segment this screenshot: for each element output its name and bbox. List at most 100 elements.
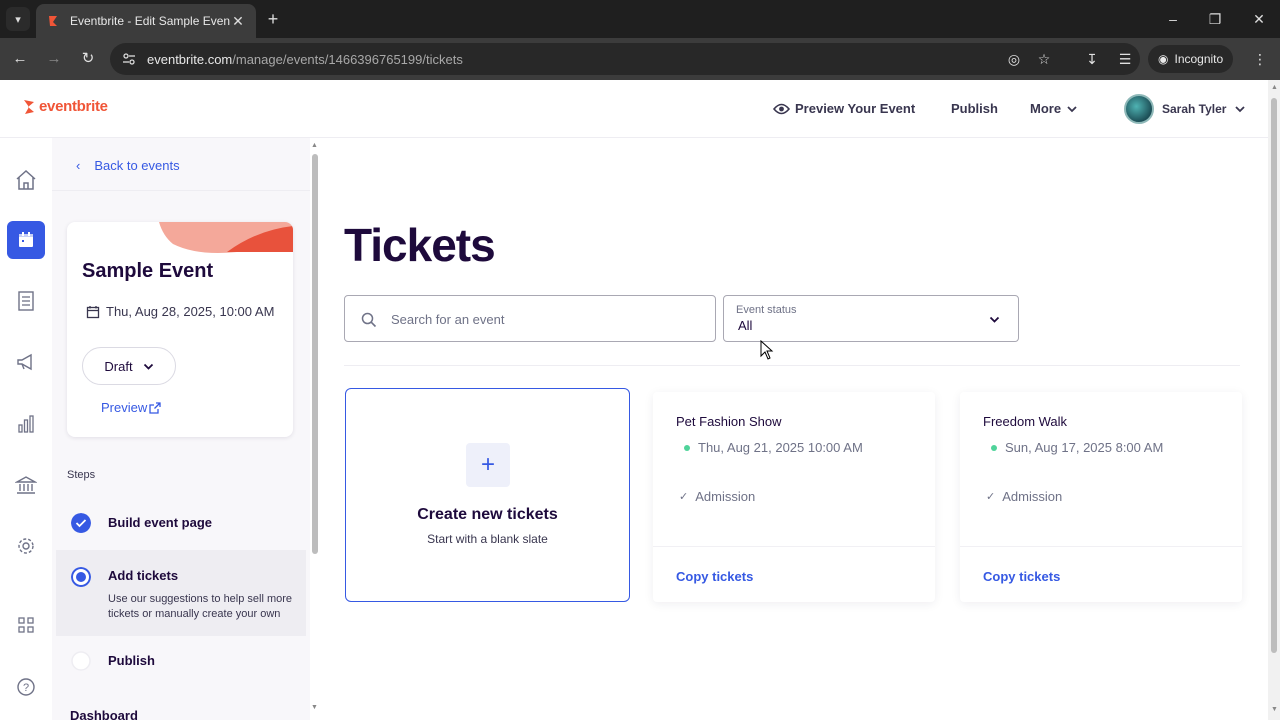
step-title: Build event page [108,515,213,530]
search-input[interactable] [391,309,701,329]
url-path: /manage/events/1466396765199/tickets [232,52,463,67]
browser-tab-bar: ▾ Eventbrite - Edit Sample Event ✕ + – ❐… [0,0,1280,38]
avatar [1124,94,1154,124]
help-icon[interactable]: ? [7,668,45,706]
current-step-radio-icon [71,567,91,587]
event-status-select[interactable]: Event status All [723,295,1019,342]
event-card-date-text: Thu, Aug 21, 2025 10:00 AM [698,440,863,455]
event-banner-decoration [159,222,293,253]
preview-your-event-label: Preview Your Event [795,101,916,116]
event-status-filter-label: Event status [736,304,797,316]
event-status-label: Draft [104,358,133,374]
event-ticket-card: Pet Fashion Show Thu, Aug 21, 2025 10:00… [653,392,935,602]
page-scrollbar[interactable]: ▲ ▼ [1268,80,1280,720]
more-menu-button[interactable]: More [1030,101,1078,116]
chevron-down-icon [1067,105,1077,112]
copy-tickets-link[interactable]: Copy tickets [676,569,753,584]
back-arrow-icon[interactable]: ← [9,48,31,70]
step-publish[interactable]: Publish [56,641,306,681]
chevron-left-icon: ‹ [76,158,81,173]
more-label: More [1030,101,1062,116]
user-menu[interactable]: Sarah Tyler [1124,94,1246,124]
step-build-event-page[interactable]: Build event page [56,505,306,545]
eventbrite-logo-icon [24,99,34,114]
check-circle-icon [71,513,91,533]
site-info-icon[interactable] [122,52,136,66]
home-icon[interactable] [7,161,45,199]
ticket-type-label: Admission [1002,489,1063,504]
browser-tab[interactable]: Eventbrite - Edit Sample Event ✕ [36,4,256,38]
panel-scrollbar-thumb[interactable] [312,154,318,554]
eventbrite-logo[interactable]: eventbrite [22,98,108,115]
media-control-icon[interactable]: ☰ [1114,48,1136,70]
publish-label: Publish [951,101,998,116]
address-bar[interactable]: eventbrite.com/manage/events/14663967651… [110,43,1140,75]
copy-tickets-link[interactable]: Copy tickets [983,569,1060,584]
svg-text:?: ? [23,682,29,694]
minimize-icon[interactable]: – [1162,8,1184,30]
steps-label: Steps [67,469,96,481]
calendar-icon[interactable] [7,221,45,259]
scroll-down-arrow-icon[interactable]: ▼ [1271,706,1278,713]
page-title: Tickets [344,219,496,271]
mouse-cursor-icon [760,340,774,360]
event-date: Thu, Aug 28, 2025, 10:00 AM [86,304,274,319]
incognito-icon: ◉ [1158,52,1169,66]
panel-divider [52,190,310,191]
finance-icon[interactable] [7,466,45,504]
preview-your-event-button[interactable]: Preview Your Event [773,101,915,116]
tab-title: Eventbrite - Edit Sample Event [70,14,230,28]
reload-icon[interactable]: ↻ [77,48,99,70]
event-card-name: Freedom Walk [983,414,1068,429]
scroll-up-arrow-icon[interactable]: ▲ [1271,84,1278,91]
browser-menu-icon[interactable]: ⋮ [1249,48,1271,70]
back-to-events-label: Back to events [94,158,180,173]
card-divider [653,546,935,547]
reports-icon[interactable] [7,405,45,443]
checkmark-icon: ✓ [986,491,996,503]
settings-gear-icon[interactable] [7,527,45,565]
checkmark-icon: ✓ [679,491,689,503]
preview-link[interactable]: Preview [101,400,161,415]
logo-text: eventbrite [39,98,108,115]
status-dot-icon [684,444,690,451]
main-divider [344,365,1240,366]
step-add-tickets[interactable]: Add tickets Use our suggestions to help … [56,550,306,636]
status-dot-icon [991,444,997,451]
event-status-dropdown[interactable]: Draft [82,347,176,385]
panel-scrollbar[interactable]: ▲ ▼ [310,138,320,720]
tracking-protection-icon[interactable]: ◎ [1006,51,1022,67]
tab-search-chevron-icon[interactable]: ▾ [6,7,30,31]
page-scrollbar-thumb[interactable] [1271,98,1277,653]
bookmark-star-icon[interactable]: ☆ [1036,51,1052,67]
event-ticket-card: Freedom Walk Sun, Aug 17, 2025 8:00 AM ✓… [960,392,1242,602]
event-card-name: Pet Fashion Show [676,414,782,429]
new-tab-icon[interactable]: + [262,8,284,30]
empty-step-circle-icon [71,651,91,671]
dashboard-section-label[interactable]: Dashboard [70,708,138,720]
event-side-panel: ‹ Back to events Sample Event Thu, Aug 2… [52,138,310,720]
scroll-up-arrow-icon[interactable]: ▲ [311,142,318,149]
download-icon[interactable]: ↧ [1081,48,1103,70]
apps-grid-icon[interactable] [7,606,45,644]
chevron-down-icon [1235,106,1246,113]
window-close-icon[interactable]: ✕ [1248,8,1270,30]
scroll-down-arrow-icon[interactable]: ▼ [311,704,318,711]
forward-arrow-icon[interactable]: → [43,48,65,70]
incognito-badge[interactable]: ◉ Incognito [1148,45,1234,73]
tab-close-icon[interactable]: ✕ [230,13,246,30]
megaphone-icon[interactable] [7,343,45,381]
orders-icon[interactable] [7,282,45,320]
event-search-box[interactable] [344,295,716,342]
url-text: eventbrite.com/manage/events/14663967651… [147,52,463,67]
eye-icon [773,103,790,114]
step-description: Use our suggestions to help sell more ti… [108,593,293,620]
restore-icon[interactable]: ❐ [1204,8,1226,30]
app-header: eventbrite Preview Your Event Publish Mo… [0,80,1268,138]
publish-button[interactable]: Publish [951,101,998,116]
back-to-events-link[interactable]: ‹ Back to events [76,158,180,173]
plus-icon: + [466,443,510,487]
search-icon [361,312,377,328]
event-summary-card: Sample Event Thu, Aug 28, 2025, 10:00 AM… [67,222,293,437]
create-new-tickets-card[interactable]: + Create new tickets Start with a blank … [345,388,630,602]
